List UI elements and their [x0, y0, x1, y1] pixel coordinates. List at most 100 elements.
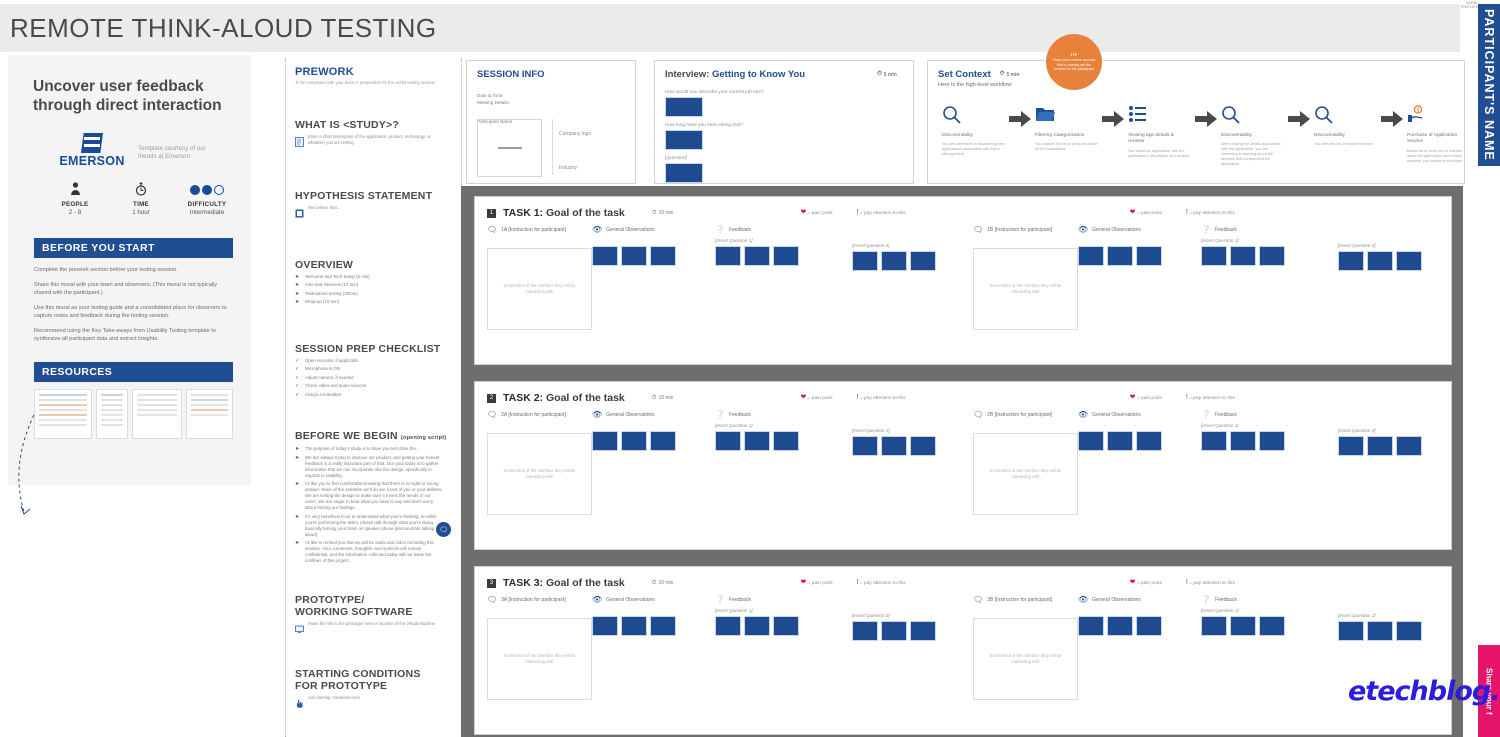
sticky-note[interactable] — [1396, 251, 1422, 271]
sticky-note[interactable] — [1338, 436, 1364, 456]
sticky-note[interactable] — [744, 431, 770, 451]
sticky-note[interactable] — [1230, 246, 1256, 266]
sticky-note[interactable] — [1396, 621, 1422, 641]
sticky-note[interactable] — [1259, 616, 1285, 636]
sticky-note[interactable] — [744, 246, 770, 266]
instruction-row[interactable]: 🗨 1B [Instruction for participant] — [973, 225, 1078, 234]
screenshot-placeholder[interactable]: Screenshot of the interface they will be… — [487, 248, 592, 330]
sticky-group-observations[interactable] — [592, 246, 715, 266]
sticky-note[interactable] — [910, 251, 936, 271]
sticky-group-q1[interactable] — [1201, 616, 1338, 636]
sticky-note[interactable] — [773, 616, 799, 636]
screenshot-placeholder[interactable]: Screenshot of the interface they will be… — [973, 433, 1078, 515]
sticky-note[interactable] — [1230, 616, 1256, 636]
screenshot-placeholder[interactable]: Screenshot of the interface they will be… — [973, 248, 1078, 330]
sticky-note[interactable] — [1338, 251, 1364, 271]
sticky-note[interactable] — [1078, 431, 1104, 451]
sticky-note[interactable] — [621, 431, 647, 451]
sticky-note[interactable] — [1078, 616, 1104, 636]
sticky-note[interactable] — [621, 616, 647, 636]
sticky-note[interactable] — [1201, 431, 1227, 451]
sticky-note[interactable] — [1230, 431, 1256, 451]
sticky-note[interactable] — [744, 616, 770, 636]
resource-thumb-4[interactable] — [186, 389, 233, 439]
sticky-note[interactable] — [1201, 246, 1227, 266]
sticky-group-q2[interactable] — [1338, 251, 1451, 271]
sticky-note[interactable] — [1367, 251, 1393, 271]
sticky-note[interactable] — [910, 621, 936, 641]
sticky-note[interactable] — [773, 431, 799, 451]
sticky-note[interactable] — [1259, 246, 1285, 266]
checklist-item[interactable]: ✓ Open recorder, if applicable — [295, 358, 461, 364]
screenshot-placeholder[interactable]: Screenshot of the interface they will be… — [973, 618, 1078, 700]
prototype-note[interactable]: Paste the link to the prototype here or … — [295, 621, 461, 634]
sticky-note[interactable] — [715, 246, 741, 266]
sticky-note[interactable] — [852, 251, 878, 271]
sticky-group-q1[interactable] — [715, 431, 852, 451]
sticky-note[interactable] — [1259, 431, 1285, 451]
sticky-note[interactable] — [881, 251, 907, 271]
sticky-note[interactable] — [1136, 246, 1162, 266]
starting-conditions-note[interactable]: Add starting conditions here — [295, 695, 461, 708]
sticky-group-observations[interactable] — [1078, 246, 1201, 266]
sticky-note[interactable] — [1367, 436, 1393, 456]
sticky-note[interactable] — [592, 246, 618, 266]
sticky-group-q2[interactable] — [1338, 436, 1451, 456]
sticky-note[interactable] — [1201, 616, 1227, 636]
sticky-note[interactable] — [650, 431, 676, 451]
sticky-group-q2[interactable] — [852, 251, 965, 271]
sticky-note[interactable] — [773, 246, 799, 266]
sticky-note[interactable] — [650, 246, 676, 266]
sticky-note[interactable] — [650, 616, 676, 636]
checklist-item[interactable]: ✓ Microphone is ON — [295, 366, 461, 372]
sticky-note[interactable] — [1136, 431, 1162, 451]
sticky-note[interactable] — [1396, 436, 1422, 456]
instruction-row[interactable]: 🗨 3B [Instruction for participant] — [973, 595, 1078, 604]
checklist-item[interactable]: ✓ Adjust camera, if needed — [295, 375, 461, 381]
sticky-group-observations[interactable] — [1078, 431, 1201, 451]
sticky-note[interactable] — [1338, 621, 1364, 641]
sticky-note[interactable] — [1367, 621, 1393, 641]
sticky-group-observations[interactable] — [592, 616, 715, 636]
resources-thumbnails[interactable] — [34, 389, 251, 439]
sticky-note[interactable] — [621, 246, 647, 266]
sticky-note[interactable] — [910, 436, 936, 456]
sticky-note[interactable] — [715, 431, 741, 451]
participant-photo-box[interactable] — [477, 119, 542, 177]
sticky-note[interactable] — [881, 621, 907, 641]
resource-thumb-2[interactable] — [96, 389, 128, 439]
sticky-note[interactable] — [1107, 246, 1133, 266]
sticky-group-q2[interactable] — [852, 621, 965, 641]
screenshot-placeholder[interactable]: Screenshot of the interface they will be… — [487, 433, 592, 515]
resource-thumb-3[interactable] — [132, 389, 182, 439]
sticky-note[interactable] — [592, 616, 618, 636]
sticky-note[interactable] — [1107, 431, 1133, 451]
sticky-note[interactable] — [852, 436, 878, 456]
what-is-study-note[interactable]: Enter a short description of the applica… — [295, 134, 461, 147]
checklist-item[interactable]: ✓ Assign a notetaker — [295, 392, 461, 398]
sticky-note[interactable] — [1078, 246, 1104, 266]
sticky-group-q1[interactable] — [715, 246, 852, 266]
checklist-item[interactable]: ✓ Check video and audio sources — [295, 383, 461, 389]
sticky-group-q1[interactable] — [1201, 246, 1338, 266]
sticky-note[interactable] — [852, 621, 878, 641]
instruction-row[interactable]: 🗨 2B [Instruction for participant] — [973, 410, 1078, 419]
hypothesis-note[interactable]: We believe that... — [295, 205, 461, 218]
resource-thumb-1[interactable] — [34, 389, 92, 439]
instruction-row[interactable]: 🗨 3A [Instruction for participant] — [487, 595, 592, 604]
instruction-row[interactable]: 🗨 2A [Instruction for participant] — [487, 410, 592, 419]
sticky-note[interactable] — [881, 436, 907, 456]
sticky-group-q1[interactable] — [1201, 431, 1338, 451]
participant-name-tab[interactable]: PARTICIPANT'S NAME — [1478, 4, 1500, 166]
sticky-group-observations[interactable] — [592, 431, 715, 451]
sticky-note[interactable] — [592, 431, 618, 451]
instruction-row[interactable]: 🗨 1A [Instruction for participant] — [487, 225, 592, 234]
script-comment-badge-icon[interactable]: 🗨 — [436, 522, 451, 537]
sticky-group-q2[interactable] — [852, 436, 965, 456]
sticky-group-q2[interactable] — [1338, 621, 1451, 641]
interview-sticky-1[interactable] — [665, 97, 703, 117]
screenshot-placeholder[interactable]: Screenshot of the interface they will be… — [487, 618, 592, 700]
sticky-group-q1[interactable] — [715, 616, 852, 636]
sticky-group-observations[interactable] — [1078, 616, 1201, 636]
sticky-note[interactable] — [1107, 616, 1133, 636]
